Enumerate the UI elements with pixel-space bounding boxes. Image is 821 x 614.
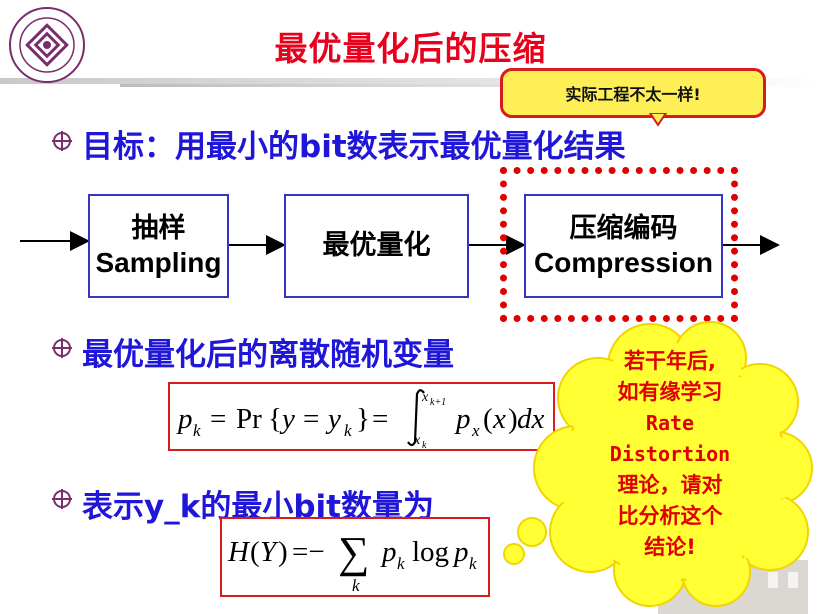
svg-text:p: p [380,536,397,568]
cloud-line: 若干年后, [624,349,716,373]
compression-highlight-frame [500,167,738,322]
svg-text:): ) [278,536,288,568]
svg-text:log: log [412,536,449,568]
svg-text:Pr: Pr [236,403,262,435]
svg-text:k: k [422,440,427,449]
circle-cross-bullet-icon [52,131,72,151]
bullet-goal: 目标：用最小的bit数表示最优量化结果 [82,129,626,165]
circle-cross-bullet-icon [52,489,72,509]
cloud-line: 如有缘学习 [617,380,723,404]
svg-text:p: p [454,403,471,435]
circle-cross-bullet-icon [52,338,72,358]
svg-text:(: ( [250,536,260,568]
svg-text:{: { [268,403,282,435]
svg-text:k+1: k+1 [430,397,446,408]
sampling-label-en: Sampling [95,247,222,278]
cloud-line: 结论! [644,535,696,559]
svg-text:k: k [397,554,405,573]
svg-text:x: x [421,390,429,405]
slide-title: 最优量化后的压缩 [274,29,547,68]
svg-text:=−: =− [292,536,325,568]
svg-text:k: k [193,421,201,440]
svg-text:y: y [325,403,341,435]
cloud-message: 若干年后, 如有缘学习 Rate Distortion 理论，请对 比分析这个 … [590,346,750,563]
svg-text:=: = [210,403,226,435]
svg-text:}: } [356,403,370,435]
entropy-formula: H ( Y ) =− ∑ k p k log p k [220,517,490,597]
svg-text:Y: Y [260,536,279,568]
cloud-line: 比分析这个 [617,504,723,528]
svg-text:∑: ∑ [338,528,369,577]
svg-text:k: k [469,554,477,573]
svg-text:x: x [413,433,421,448]
entropy-formula-math: H ( Y ) =− ∑ k p k log p k [227,528,477,595]
cloud-line: Rate [645,411,695,435]
sampling-label-cn: 抽样 [131,213,186,244]
engineering-note-callout: 实际工程不太一样! [500,68,766,118]
svg-text:y: y [279,403,295,435]
svg-text:k: k [352,576,360,595]
svg-text:H: H [227,536,251,568]
callout-pointer [648,113,668,127]
quantize-label: 最优量化 [322,230,431,261]
cloud-line: 理论，请对 [617,473,723,497]
bullet-discrete-variable: 最优量化后的离散随机变量 [82,337,454,373]
svg-text:p: p [452,536,469,568]
svg-text:k: k [344,421,352,440]
quantize-block: 最优量化 [284,194,469,298]
note-text: 实际工程不太一样! [565,85,701,104]
svg-text:=: = [303,403,319,435]
svg-text:=: = [372,403,388,435]
svg-text:x: x [471,421,480,440]
sampling-block: 抽样 Sampling [88,194,229,298]
svg-text:p: p [176,403,193,435]
cloud-line: Distortion [609,442,731,466]
